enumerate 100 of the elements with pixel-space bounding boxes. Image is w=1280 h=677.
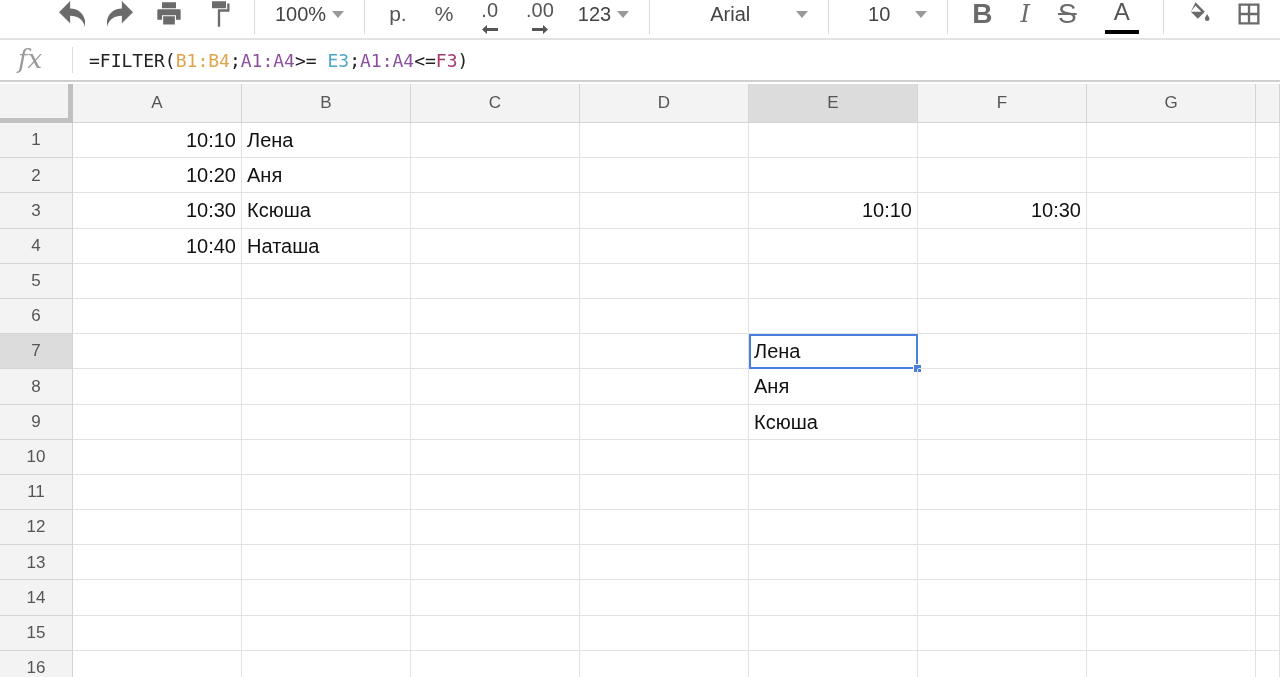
table-cell[interactable] (1087, 298, 1256, 335)
row-header[interactable]: 16 (0, 650, 73, 677)
table-cell[interactable] (1256, 298, 1280, 335)
table-cell[interactable] (242, 369, 411, 405)
table-cell[interactable] (73, 474, 242, 511)
table-cell[interactable] (918, 334, 1087, 370)
table-cell[interactable] (918, 580, 1087, 616)
table-cell[interactable] (242, 615, 411, 651)
table-cell[interactable] (918, 263, 1087, 299)
table-cell[interactable] (918, 439, 1087, 475)
row-header[interactable]: 1 (0, 123, 73, 159)
table-cell[interactable] (411, 439, 580, 475)
table-cell[interactable] (1256, 580, 1280, 616)
table-cell[interactable] (580, 369, 749, 405)
table-cell[interactable] (242, 404, 411, 440)
table-cell[interactable] (411, 193, 580, 229)
row-header[interactable]: 8 (0, 369, 73, 405)
table-cell[interactable] (411, 123, 580, 159)
table-cell[interactable] (242, 510, 411, 546)
decrease-decimal-button[interactable]: .0 (467, 0, 513, 34)
dropdown[interactable]: 10 (839, 0, 938, 34)
table-cell[interactable] (580, 334, 749, 370)
corner-header[interactable] (0, 84, 73, 123)
table-cell[interactable] (411, 228, 580, 264)
table-cell[interactable] (1256, 510, 1280, 546)
table-cell[interactable] (1087, 510, 1256, 546)
table-cell[interactable] (411, 404, 580, 440)
row-header[interactable]: 13 (0, 545, 73, 581)
column-header[interactable] (1256, 84, 1280, 123)
table-cell[interactable] (1087, 474, 1256, 511)
italic-button[interactable]: I (1006, 0, 1044, 34)
row-header[interactable]: 6 (0, 298, 73, 335)
table-cell[interactable] (411, 263, 580, 299)
column-header[interactable]: C (411, 84, 580, 123)
column-header[interactable]: G (1087, 84, 1256, 123)
dropdown[interactable]: Arial (660, 0, 819, 34)
table-cell[interactable] (242, 545, 411, 581)
table-cell[interactable] (1087, 615, 1256, 651)
table-cell[interactable] (73, 439, 242, 475)
table-cell[interactable] (411, 545, 580, 581)
table-cell[interactable] (411, 615, 580, 651)
table-cell[interactable] (1087, 334, 1256, 370)
table-cell[interactable] (1087, 369, 1256, 405)
formula-text[interactable]: =FILTER(B1:B4;A1:A4>= E3;A1:A4<=F3) (73, 46, 469, 74)
table-cell[interactable] (918, 158, 1087, 194)
table-cell[interactable] (411, 474, 580, 511)
table-cell[interactable] (73, 263, 242, 299)
table-cell[interactable]: 10:10 (749, 193, 918, 229)
column-header[interactable]: F (918, 84, 1087, 123)
table-cell[interactable] (1087, 404, 1256, 440)
table-cell[interactable] (749, 439, 918, 475)
table-cell[interactable]: Аня (749, 369, 918, 405)
table-cell[interactable] (580, 580, 749, 616)
table-cell[interactable] (411, 510, 580, 546)
table-cell[interactable] (73, 404, 242, 440)
table-cell[interactable] (1256, 228, 1280, 264)
table-cell[interactable]: 10:20 (73, 158, 242, 194)
table-cell[interactable] (580, 510, 749, 546)
table-cell[interactable] (1256, 369, 1280, 405)
table-cell[interactable] (918, 474, 1087, 511)
table-cell[interactable] (1087, 439, 1256, 475)
table-cell[interactable]: Лена (242, 123, 411, 159)
table-cell[interactable] (580, 158, 749, 194)
table-cell[interactable]: Лена (749, 334, 918, 370)
row-header[interactable]: 9 (0, 404, 73, 440)
strikethrough-button[interactable]: S (1043, 0, 1091, 34)
table-cell[interactable] (749, 123, 918, 159)
table-cell[interactable] (749, 580, 918, 616)
table-cell[interactable] (1087, 158, 1256, 194)
table-cell[interactable] (1256, 474, 1280, 511)
table-cell[interactable] (580, 545, 749, 581)
table-cell[interactable] (411, 369, 580, 405)
row-header[interactable]: 15 (0, 615, 73, 651)
text-color-button[interactable]: A (1090, 0, 1153, 34)
format-button[interactable]: р. (375, 0, 421, 34)
table-cell[interactable] (1256, 545, 1280, 581)
row-header[interactable]: 14 (0, 580, 73, 616)
table-cell[interactable]: Наташа (242, 228, 411, 264)
table-cell[interactable] (580, 263, 749, 299)
row-header[interactable]: 3 (0, 193, 73, 229)
table-cell[interactable] (918, 404, 1087, 440)
table-cell[interactable] (411, 580, 580, 616)
table-cell[interactable] (749, 263, 918, 299)
table-cell[interactable] (411, 298, 580, 335)
table-cell[interactable]: 10:30 (73, 193, 242, 229)
table-cell[interactable] (242, 334, 411, 370)
table-cell[interactable] (1087, 580, 1256, 616)
table-cell[interactable] (1087, 228, 1256, 264)
table-cell[interactable] (73, 580, 242, 616)
table-cell[interactable] (749, 510, 918, 546)
table-cell[interactable]: Ксюша (749, 404, 918, 440)
table-cell[interactable]: Ксюша (242, 193, 411, 229)
dropdown[interactable]: 123 (567, 0, 640, 34)
row-header[interactable]: 4 (0, 228, 73, 264)
table-cell[interactable] (411, 334, 580, 370)
table-cell[interactable] (580, 474, 749, 511)
table-cell[interactable] (918, 123, 1087, 159)
table-cell[interactable] (918, 545, 1087, 581)
bold-button[interactable]: B (958, 0, 1007, 34)
column-header[interactable]: D (580, 84, 749, 123)
